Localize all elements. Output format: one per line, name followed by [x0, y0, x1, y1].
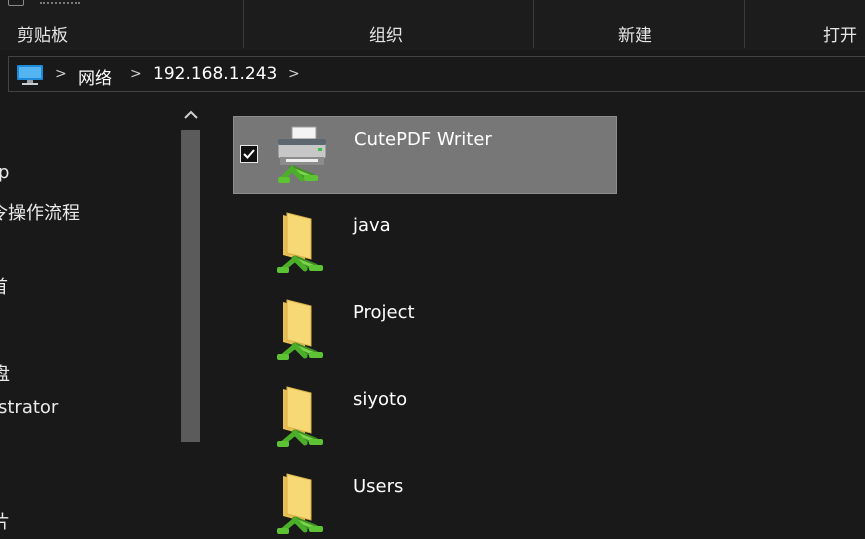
file-item-users[interactable]: Users	[233, 464, 617, 539]
shared-folder-icon	[277, 386, 323, 447]
computer-icon[interactable]	[15, 64, 45, 86]
nav-scrollbar[interactable]	[178, 100, 204, 539]
scroll-thumb[interactable]	[181, 130, 200, 442]
shared-folder-icon	[277, 473, 323, 534]
scroll-up-arrow-icon[interactable]	[183, 108, 199, 122]
checkmark-icon	[243, 149, 255, 159]
breadcrumb-separator[interactable]: >	[288, 66, 300, 82]
breadcrumb-host[interactable]: 192.168.1.243	[153, 64, 277, 84]
file-item-siyoto[interactable]: siyoto	[233, 377, 617, 455]
item-label[interactable]: Users	[353, 476, 403, 497]
ribbon-group-clipboard[interactable]: 剪贴板	[17, 21, 68, 46]
shared-folder-icon	[277, 212, 323, 273]
ribbon-separator	[243, 0, 244, 48]
ribbon-group-new[interactable]: 新建	[618, 21, 652, 46]
item-label[interactable]: java	[353, 215, 391, 236]
file-item-cutepdf-writer[interactable]: CutePDF Writer	[233, 116, 617, 194]
nav-item[interactable]: strator	[0, 397, 58, 418]
cropped-ribbon-icon	[8, 0, 24, 6]
nav-item[interactable]: p	[0, 162, 9, 183]
item-label[interactable]: siyoto	[353, 389, 407, 410]
item-checkbox[interactable]	[240, 145, 258, 163]
ribbon: 剪贴板 组织 新建 打开	[0, 0, 865, 50]
file-explorer-window: 剪贴板 组织 新建 打开 > 网络 > 192.168.1.243 > p 令操…	[0, 0, 865, 539]
ribbon-group-open[interactable]: 打开	[823, 21, 857, 46]
ribbon-separator	[533, 0, 534, 48]
address-bar[interactable]: > 网络 > 192.168.1.243 >	[8, 56, 865, 92]
ribbon-group-organize[interactable]: 组织	[369, 21, 403, 46]
nav-item[interactable]: 盘	[0, 360, 10, 386]
network-printer-icon	[277, 126, 327, 183]
cropped-ribbon-text	[40, 0, 80, 4]
nav-item[interactable]: 首	[0, 273, 8, 299]
ribbon-separator	[744, 0, 745, 48]
nav-item[interactable]: 片	[0, 508, 10, 534]
navigation-pane: p 令操作流程 首 盘 strator 片	[0, 100, 209, 539]
ribbon-cropped-strip	[0, 0, 865, 16]
breadcrumb-separator[interactable]: >	[55, 66, 67, 82]
item-label[interactable]: Project	[353, 302, 415, 323]
file-item-java[interactable]: java	[233, 203, 617, 281]
item-label[interactable]: CutePDF Writer	[354, 129, 492, 150]
breadcrumb-separator[interactable]: >	[130, 66, 142, 82]
content-pane: CutePDF Writer java Project siyoto Users	[208, 100, 865, 539]
breadcrumb-network[interactable]: 网络	[78, 64, 112, 89]
nav-item[interactable]: 令操作流程	[0, 199, 80, 225]
shared-folder-icon	[277, 299, 323, 360]
file-item-project[interactable]: Project	[233, 290, 617, 368]
